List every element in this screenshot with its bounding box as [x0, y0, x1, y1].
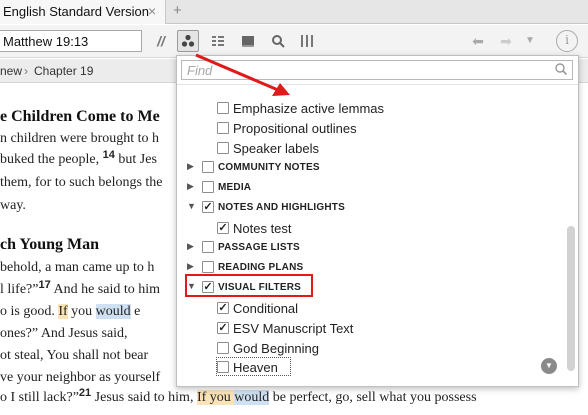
checkbox[interactable]	[217, 342, 229, 354]
text-line: ot steal, You shall not bear	[0, 348, 149, 363]
text-line: behold, a man came up to h	[0, 260, 155, 275]
filter-group-label: COMMUNITY NOTES	[218, 162, 320, 173]
text-line: l life?”17 And he said to him	[0, 279, 161, 298]
checkbox[interactable]	[202, 261, 214, 273]
text-span: Jesus said to him,	[91, 390, 197, 405]
filter-label: God Beginning	[233, 341, 320, 356]
checkbox[interactable]	[217, 361, 229, 373]
text-line: way.	[0, 198, 26, 213]
text-line: o I still lack?”21 Jesus said to him, If…	[0, 387, 477, 406]
panel-divider	[177, 84, 578, 85]
scrollbar-thumb[interactable]	[567, 226, 575, 371]
breadcrumb-separator: ›	[24, 64, 28, 78]
chevron-right-icon[interactable]: ▶	[187, 161, 197, 172]
section-heading: e Children Come to Me	[0, 108, 160, 125]
checkbox[interactable]	[202, 161, 214, 173]
section-heading: ch Young Man	[0, 236, 99, 253]
checkbox[interactable]	[202, 181, 214, 193]
close-icon[interactable]: ×	[148, 3, 156, 19]
info-icon[interactable]: i	[556, 30, 578, 52]
tab-title: English Standard Version	[3, 4, 149, 19]
more-icon[interactable]: ▼	[520, 30, 540, 52]
tab-esv[interactable]: English Standard Version ×	[0, 0, 166, 24]
conditional-highlight: If you	[196, 390, 235, 405]
chevron-down-icon[interactable]: ▼	[187, 201, 197, 211]
plus-icon[interactable]: +	[173, 2, 182, 19]
chevron-right-icon[interactable]: ▶	[187, 181, 197, 192]
filter-label: Heaven	[233, 360, 278, 375]
find-input[interactable]: Find	[181, 60, 573, 80]
visual-filters-icon	[181, 34, 195, 47]
filter-group-label: MEDIA	[218, 182, 252, 193]
text-line: ones?” And Jesus said,	[0, 326, 128, 342]
text-span: o I still lack?”	[0, 390, 79, 405]
checkbox[interactable]: ✓	[217, 222, 229, 234]
filter-group-label: READING PLANS	[218, 262, 304, 273]
search-icon[interactable]	[268, 30, 288, 52]
filter-group-label: NOTES AND HIGHLIGHTS	[218, 202, 345, 213]
filter-label: Emphasize active lemmas	[233, 101, 384, 116]
text-span: buked the people,	[0, 152, 103, 167]
text-line: buked the people, 14 but Jes	[0, 149, 157, 168]
text-span: but Jes	[114, 152, 157, 167]
checkbox[interactable]	[217, 102, 229, 114]
forward-arrow-icon[interactable]: ➡	[496, 30, 516, 52]
filter-label: Propositional outlines	[233, 121, 357, 136]
text-span: And he said to him	[50, 282, 161, 297]
reference-input[interactable]: Matthew 19:13	[0, 30, 142, 52]
text-line: ve your neighbor as yourself	[0, 370, 161, 385]
checkbox[interactable]	[202, 241, 214, 253]
text-span: you	[67, 304, 96, 319]
back-arrow-icon[interactable]: ⬅	[468, 30, 488, 52]
text-span: be	[269, 390, 290, 405]
verse-number[interactable]: 14	[103, 149, 115, 161]
filter-label: ESV Manuscript Text	[233, 321, 354, 336]
search-icon	[555, 63, 568, 76]
text-span: e	[130, 304, 141, 319]
scroll-down-icon[interactable]: ▼	[541, 358, 557, 374]
tab-bar: English Standard Version × +	[0, 0, 588, 24]
filter-label: Notes test	[233, 221, 292, 236]
breadcrumb-chapter[interactable]: Chapter 19	[34, 64, 93, 78]
outline-icon[interactable]	[208, 30, 228, 52]
filter-label: Speaker labels	[233, 141, 319, 156]
chevron-right-icon[interactable]: ▶	[187, 241, 197, 252]
text-span: l life?”	[0, 282, 39, 297]
text-span: o is good.	[0, 304, 59, 319]
text-span: sell what you possess	[356, 390, 477, 405]
text-line: n children were brought to h	[0, 131, 160, 146]
text-span: perfect, go,	[289, 390, 357, 405]
conditional-highlight: If	[58, 304, 68, 319]
visual-filters-panel: Find Emphasize active lemmas Proposition…	[176, 55, 579, 387]
verse-number[interactable]: 17	[38, 279, 50, 291]
text-span: And Jesus said,	[38, 326, 128, 341]
reference-text: Matthew 19:13	[3, 34, 89, 49]
checkbox[interactable]	[217, 142, 229, 154]
checkbox[interactable]: ✓	[217, 302, 229, 314]
verse-number[interactable]: 21	[79, 387, 91, 399]
parallel-resources-button[interactable]: //	[151, 30, 171, 52]
filter-group-label: PASSAGE LISTS	[218, 242, 300, 253]
toolbar: Matthew 19:13 // ⬅ ➡ ▼ i	[0, 25, 588, 58]
chevron-right-icon[interactable]: ▶	[187, 261, 197, 272]
breadcrumb-book[interactable]: new	[0, 64, 22, 78]
book-icon[interactable]	[238, 30, 258, 52]
checkbox[interactable]: ✓	[217, 322, 229, 334]
checkbox[interactable]: ✓	[202, 201, 214, 213]
text-line: o is good. If you would e	[0, 304, 140, 320]
find-placeholder: Find	[187, 63, 213, 78]
text-line: them, for to such belongs the	[0, 175, 163, 190]
filter-label: Conditional	[233, 301, 299, 316]
manuscript-highlight: would	[95, 304, 131, 319]
text-span: ones?”	[0, 326, 39, 341]
checkbox[interactable]	[217, 122, 229, 134]
columns-icon[interactable]	[297, 30, 317, 52]
annotation-highlight-box	[185, 274, 313, 297]
visual-filters-button[interactable]	[177, 30, 199, 52]
manuscript-highlight: would	[234, 390, 270, 405]
